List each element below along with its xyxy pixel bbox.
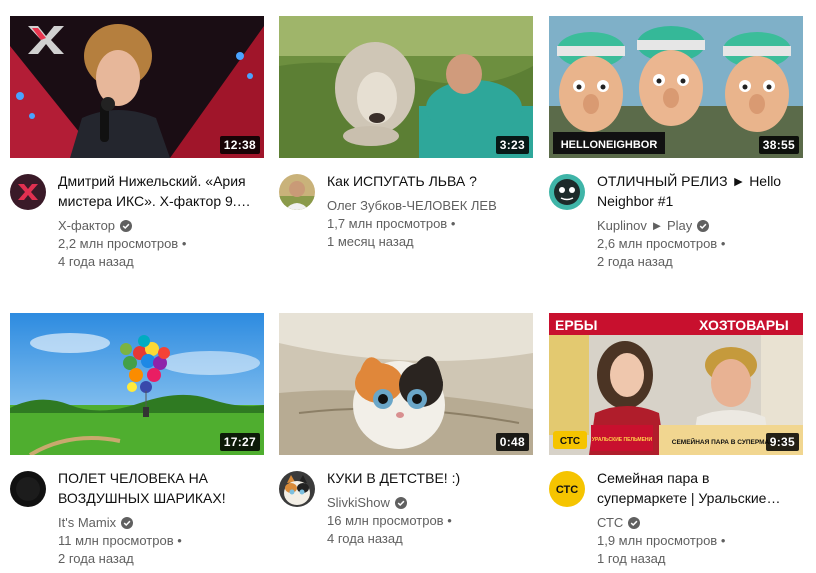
channel-name[interactable]: Олег Зубков-ЧЕЛОВЕК ЛЕВ bbox=[327, 197, 533, 215]
video-duration: 3:23 bbox=[495, 136, 529, 154]
x-factor-logo-icon bbox=[10, 174, 46, 210]
view-count: 11 млн просмотров bbox=[58, 532, 264, 550]
store-sign-left: ЕРБЫ bbox=[555, 317, 597, 333]
video-thumbnail[interactable]: HELLONEIGHBOR 38:55 bbox=[549, 16, 803, 158]
video-card[interactable]: 12:38 Дмитрий Нижельский. «Ария мистера … bbox=[10, 16, 264, 286]
video-title[interactable]: Семейная пара в супермаркете | Уральские… bbox=[597, 468, 803, 508]
video-thumbnail[interactable]: 0:48 bbox=[279, 313, 533, 455]
video-thumbnail[interactable]: ЕРБЫ ХОЗТОВАРЫ СТС УРАЛЬСКИЕ ПЕЛЬМЕНИ СЕ… bbox=[549, 313, 803, 455]
video-title[interactable]: ОТЛИЧНЫЙ РЕЛИЗ ► Hello Neighbor #1 bbox=[597, 171, 803, 211]
thumbnail-image: ЕРБЫ ХОЗТОВАРЫ СТС УРАЛЬСКИЕ ПЕЛЬМЕНИ СЕ… bbox=[549, 313, 803, 455]
publish-date: 1 год назад bbox=[597, 551, 666, 566]
channel-name[interactable]: SlivkiShow bbox=[327, 494, 533, 512]
view-count: 2,6 млн просмотров bbox=[597, 235, 803, 253]
verified-icon bbox=[697, 220, 710, 232]
ctc-thumb-logo: СТС bbox=[560, 436, 580, 447]
video-title[interactable]: ПОЛЕТ ЧЕЛОВЕКА НА ВОЗДУШНЫХ ШАРИКАХ! bbox=[58, 468, 264, 508]
video-duration: 0:48 bbox=[495, 433, 529, 451]
ctc-logo-icon: СТС bbox=[549, 471, 585, 507]
channel-avatar[interactable] bbox=[279, 471, 315, 507]
show-logo: УРАЛЬСКИЕ ПЕЛЬМЕНИ bbox=[592, 437, 653, 443]
channel-name[interactable]: Kuplinov ► Play bbox=[597, 217, 803, 235]
view-count: 2,2 млн просмотров bbox=[58, 235, 264, 253]
video-thumbnail[interactable]: 12:38 bbox=[10, 16, 264, 158]
verified-icon bbox=[394, 497, 407, 509]
video-duration: 9:35 bbox=[765, 433, 799, 451]
video-thumbnail[interactable]: 3:23 bbox=[279, 16, 533, 158]
video-card[interactable]: 0:48 КУКИ В ДЕТСТВЕ! :) SlivkiShow 16 мл… bbox=[279, 313, 533, 573]
man-portrait-icon bbox=[279, 174, 315, 210]
cartoon-face-icon bbox=[549, 174, 585, 210]
cat-icon bbox=[279, 471, 315, 507]
verified-icon bbox=[628, 517, 641, 529]
publish-date: 2 года назад bbox=[58, 551, 134, 566]
thumbnail-image bbox=[279, 16, 533, 158]
video-duration: 38:55 bbox=[758, 136, 799, 154]
video-title[interactable]: Дмитрий Нижельский. «Ария мистера ИКС». … bbox=[58, 171, 264, 211]
ctc-avatar-text: СТС bbox=[556, 484, 578, 496]
channel-avatar[interactable] bbox=[10, 471, 46, 507]
video-title[interactable]: КУКИ В ДЕТСТВЕ! :) bbox=[327, 468, 533, 488]
video-duration: 17:27 bbox=[219, 433, 260, 451]
video-thumbnail[interactable]: 17:27 bbox=[10, 313, 264, 455]
channel-avatar[interactable]: СТС bbox=[549, 471, 585, 507]
channel-avatar[interactable] bbox=[10, 174, 46, 210]
verified-icon bbox=[121, 517, 134, 529]
thumbnail-image bbox=[279, 313, 533, 455]
channel-name[interactable]: СТС bbox=[597, 514, 803, 532]
channel-avatar[interactable] bbox=[549, 174, 585, 210]
video-card[interactable]: 3:23 Как ИСПУГАТЬ ЛЬВА ? Олег Зубков-ЧЕЛ… bbox=[279, 16, 533, 286]
publish-date: 2 года назад bbox=[597, 254, 673, 269]
video-card[interactable]: HELLONEIGHBOR 38:55 ОТЛИЧНЫЙ РЕЛИЗ ► Hel… bbox=[549, 16, 803, 286]
dark-circle-icon bbox=[10, 471, 46, 507]
hello-neighbor-logo: HELLONEIGHBOR bbox=[561, 139, 658, 151]
channel-name[interactable]: It's Mamix bbox=[58, 514, 264, 532]
store-sign-right: ХОЗТОВАРЫ bbox=[699, 317, 789, 333]
video-duration: 12:38 bbox=[219, 136, 260, 154]
video-card[interactable]: 17:27 ПОЛЕТ ЧЕЛОВЕКА НА ВОЗДУШНЫХ ШАРИКА… bbox=[10, 313, 264, 573]
publish-date: 1 месяц назад bbox=[327, 234, 414, 249]
view-count: 1,7 млн просмотров bbox=[327, 215, 533, 233]
publish-date: 4 года назад bbox=[58, 254, 134, 269]
verified-icon bbox=[120, 220, 133, 232]
view-count: 16 млн просмотров bbox=[327, 512, 533, 530]
view-count: 1,9 млн просмотров bbox=[597, 532, 803, 550]
video-card[interactable]: ЕРБЫ ХОЗТОВАРЫ СТС УРАЛЬСКИЕ ПЕЛЬМЕНИ СЕ… bbox=[549, 313, 803, 573]
publish-date: 4 года назад bbox=[327, 531, 403, 546]
channel-name[interactable]: Х-фактор bbox=[58, 217, 264, 235]
video-title[interactable]: Как ИСПУГАТЬ ЛЬВА ? bbox=[327, 171, 533, 191]
channel-avatar[interactable] bbox=[279, 174, 315, 210]
